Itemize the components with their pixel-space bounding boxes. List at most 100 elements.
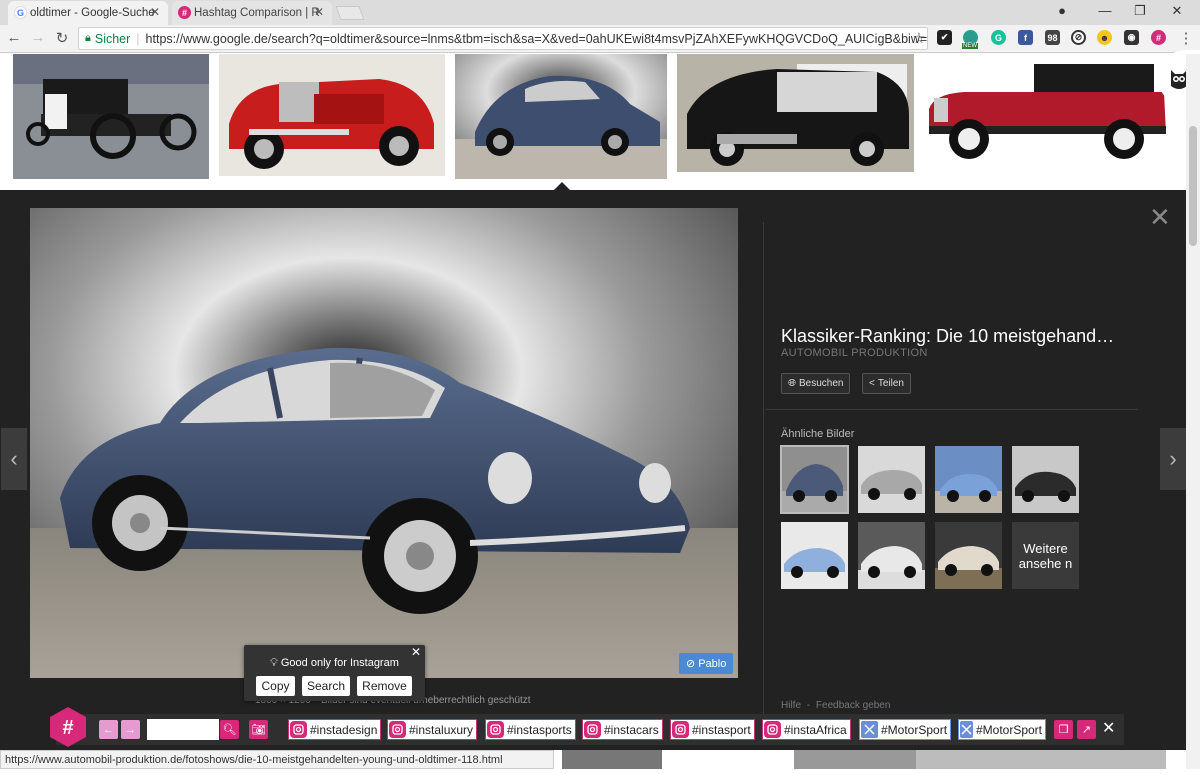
chevron-right-icon: › [1169,446,1177,471]
ghostery-icon[interactable]: ⊘ [1071,30,1086,45]
share-button[interactable]: < Teilen [862,373,911,394]
scrollbar-thumb[interactable] [1189,126,1197,246]
similar-image[interactable] [780,445,849,514]
hashtag-text: #instasports [507,722,572,737]
hashtag-chip[interactable]: #instaluxury [387,719,478,740]
profile-icon[interactable]: ● [1053,3,1071,18]
result-thumbnail[interactable] [13,54,209,179]
reload-icon[interactable]: ↻ [53,29,71,47]
viewer-source: AUTOMOBIL PRODUKTION [781,347,928,359]
check-extension-icon[interactable]: ✔ [937,30,952,45]
tab-hashtag-comparison[interactable]: # Hashtag Comparison | R ✕ [172,1,332,25]
chrome-menu-icon[interactable]: ⋮ [1177,29,1195,47]
car-photo [219,54,445,176]
main-preview-image[interactable] [30,208,738,678]
bookmark-star-icon[interactable]: ☆ [910,29,928,47]
similar-image[interactable] [935,522,1002,589]
instagram-icon [672,721,689,738]
next-button[interactable]: → [121,720,140,739]
instagram-icon [290,721,307,738]
search-button[interactable]: Search [302,676,350,696]
chevron-left-icon: ‹ [10,446,18,471]
external-link-icon: ↗ [1081,724,1092,736]
close-viewer-icon[interactable]: ✕ [1149,204,1171,230]
grammarly-icon[interactable]: G [991,30,1006,45]
car-photo [13,54,209,179]
hashtag-chip[interactable]: #instasports [485,719,576,740]
feedback-link[interactable]: Feedback geben [816,700,891,711]
similar-image[interactable] [858,446,925,513]
remove-button[interactable]: Remove [357,676,412,696]
help-link[interactable]: Hilfe [781,700,801,711]
new-badge: NEW [962,43,978,49]
instagram-icon [389,721,406,738]
hootsuite-owl-icon[interactable]: ◉ [1124,30,1139,45]
instagram-icon [487,721,504,738]
open-external-button[interactable]: ↗ [1077,720,1096,739]
similar-image[interactable] [935,446,1002,513]
search-submit-button[interactable]: 🔍︎ [220,720,239,739]
tab-google-search[interactable]: G oldtimer - Google-Suche ✕ [8,1,168,25]
close-tab-icon[interactable]: ✕ [150,5,160,19]
previous-image-button[interactable]: ‹ [1,428,27,490]
camera-button[interactable]: 📷︎ [249,720,268,739]
hashtag-search-input[interactable] [147,719,219,740]
hashtag-extension-icon[interactable]: # [1151,30,1166,45]
tab-strip: G oldtimer - Google-Suche ✕ # Hashtag Co… [0,0,1200,25]
share-icon: < [869,378,875,389]
hashtag-chip[interactable]: #instacars [582,719,663,740]
lock-icon: 🔒︎ [85,32,91,44]
hashtag-text: #instaAfrica [784,722,847,737]
link-separator: - [806,700,811,711]
minimize-icon[interactable]: — [1096,3,1114,18]
camera-icon: 📷︎ [251,724,266,736]
next-image-button[interactable]: › [1160,428,1186,490]
facebook-icon[interactable]: f [1018,30,1033,45]
result-thumbnail[interactable] [219,54,445,176]
close-tab-icon[interactable]: ✕ [314,5,324,19]
hashtag-chip[interactable]: #instasport [670,719,755,740]
back-icon[interactable]: ← [5,29,23,46]
hashtag-chip[interactable]: #MotorSport [958,719,1046,740]
hashtag-chip[interactable]: #instadesign [288,719,382,740]
hashtag-chip[interactable]: #instaAfrica [762,719,851,740]
copy-all-button[interactable]: ❐ [1054,720,1073,739]
result-thumbnail-selected[interactable] [455,54,667,179]
tip-row: 💡︎ Good only for Instagram [244,657,425,670]
window-close-icon[interactable]: ✕ [1168,3,1186,19]
similar-image[interactable] [781,522,848,589]
similar-image[interactable] [858,522,925,589]
hashtag-text: #instadesign [310,722,378,737]
badge-98-icon[interactable]: 98 [1045,30,1060,45]
divider-line [766,409,1138,410]
hashtag-logo-icon[interactable]: # [47,706,89,748]
instagram-icon [584,721,601,738]
visit-button[interactable]: 🌐︎ Besuchen [781,373,851,394]
page-scrollbar[interactable] [1186,54,1200,769]
new-tab-button[interactable] [335,6,365,20]
result-thumbnail[interactable] [924,54,1172,167]
similar-image[interactable] [1012,446,1079,513]
hashtag-tip-popover: ✕ 💡︎ Good only for Instagram Copy Search… [244,645,425,701]
lightbulb-icon: 💡︎ [270,657,278,669]
below-fold-results [554,750,1186,769]
arrow-left-icon: ← [103,723,114,736]
forward-icon[interactable]: → [29,29,47,46]
close-bar-icon[interactable]: ✕ [1102,718,1115,739]
pablo-button[interactable]: ⊘ Pablo [679,653,734,674]
restore-icon[interactable]: ❐ [1131,3,1149,19]
copy-button[interactable]: Copy [256,676,295,696]
partial-thumbnails [562,750,1166,769]
arrow-right-icon: → [125,723,136,736]
hashtag-toolbar: ← → 🔍︎ 📷︎ #instadesign #instaluxury #ins… [56,714,1124,745]
result-thumbnail[interactable] [677,54,914,172]
url-text: https://www.google.de/search?q=oldtimer&… [145,31,928,46]
more-images-tile[interactable]: Weitere ansehe n [1012,522,1079,589]
tab-title: oldtimer - Google-Suche [30,7,155,19]
hashtag-chip[interactable]: #MotorSport [859,719,952,740]
address-bar[interactable]: 🔒︎ Sicher | https://www.google.de/search… [78,27,928,50]
viewer-title[interactable]: Klassiker-Ranking: Die 10 meistgehand… [781,326,1114,347]
emoji-icon[interactable]: ☻ [1097,30,1112,45]
prev-button[interactable]: ← [99,720,118,739]
porsche-photo [30,208,738,678]
